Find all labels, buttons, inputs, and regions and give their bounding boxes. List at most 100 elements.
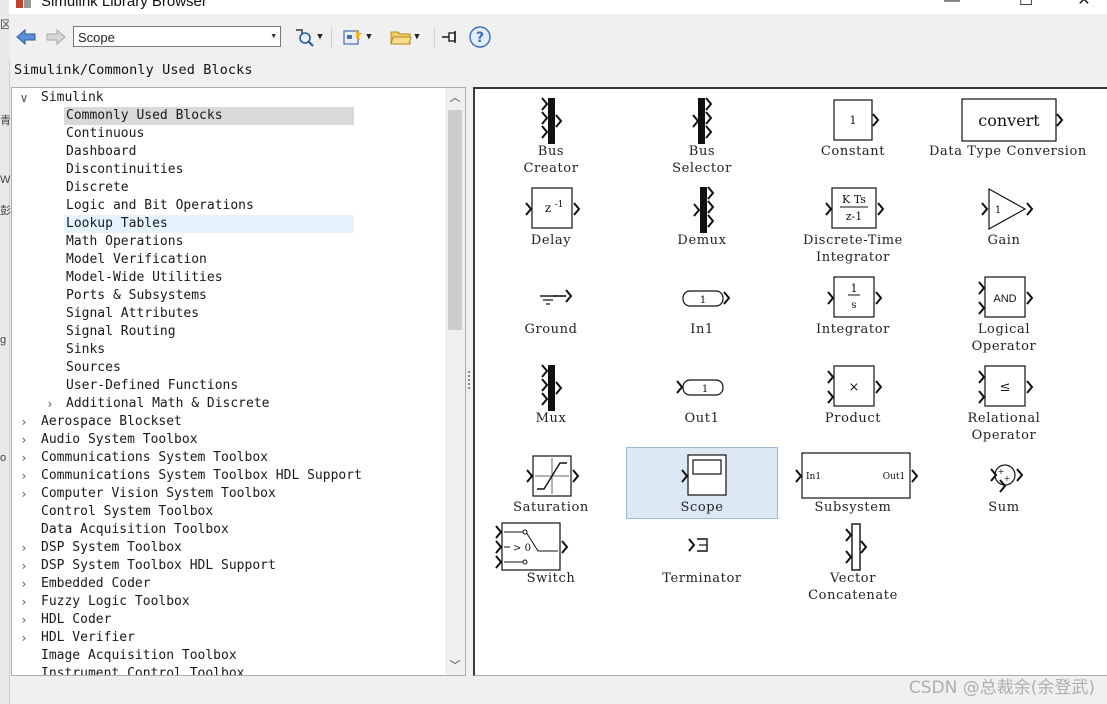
tree-item[interactable]: ∨ Simulink [12,89,446,107]
gain-block[interactable]: 1 Gain [929,181,1079,251]
chevron-right-icon[interactable]: › [18,593,30,611]
logical-operator-block[interactable]: AND Logical Operator [929,270,1079,354]
relational-operator-block[interactable]: ≤ Relational Operator [929,359,1079,443]
tree-item[interactable]: Logic and Bit Operations [12,197,446,215]
chevron-right-icon[interactable]: › [18,449,30,467]
new-model-button[interactable]: ▼ [337,23,377,51]
open-button[interactable]: ▼ [383,23,427,51]
tree-item[interactable]: Discrete [12,179,446,197]
new-dropdown-icon[interactable]: ▼ [366,32,371,42]
find-block-button[interactable]: ▼ [287,23,329,51]
chevron-right-icon[interactable]: › [44,395,56,413]
constant-block[interactable]: 1 Constant [778,92,928,162]
tree-item-label: Control System Toolbox [41,504,214,519]
tree-item[interactable]: Model Verification [12,251,446,269]
scrollbar-thumb[interactable] [448,110,462,330]
find-dropdown-icon[interactable]: ▼ [317,32,322,42]
tree-item[interactable]: User-Defined Functions [12,377,446,395]
chevron-down-icon[interactable]: ∨ [18,89,30,107]
open-dropdown-icon[interactable]: ▼ [414,32,419,42]
tree-item[interactable]: › HDL Coder [12,611,446,629]
switch-block[interactable]: > 0 Switch [476,519,626,589]
panel-splitter[interactable] [466,87,473,676]
forward-button[interactable] [43,23,69,51]
tree-item[interactable]: Instrument Control Toolbox [12,665,446,675]
chevron-down-icon[interactable]: ▾ [270,29,277,42]
tree-item[interactable]: › DSP System Toolbox [12,539,446,557]
tree-item-label: Computer Vision System Toolbox [41,486,276,501]
tree-item[interactable]: Data Acquisition Toolbox [12,521,446,539]
back-icon [16,28,36,46]
tree-item[interactable]: › Communications System Toolbox [12,449,446,467]
tree-item[interactable]: Signal Routing [12,323,446,341]
tree-item[interactable]: Dashboard [12,143,446,161]
demux-block[interactable]: Demux [627,181,777,251]
delay-block[interactable]: z -1 Delay [476,181,626,251]
sum-block[interactable]: + + Sum [929,448,1079,518]
chevron-right-icon[interactable]: › [18,485,30,503]
mux-block[interactable]: Mux [476,359,626,429]
tree-item[interactable]: Signal Attributes [12,305,446,323]
ground-block[interactable]: Ground [476,270,626,340]
tree-item[interactable]: Math Operations [12,233,446,251]
tree-item-label: DSP System Toolbox [41,540,182,555]
tree-item[interactable]: Commonly Used Blocks [12,107,446,125]
subsystem-block[interactable]: In1 Out1 Subsystem [778,448,928,518]
tree-item[interactable]: › Fuzzy Logic Toolbox [12,593,446,611]
search-input[interactable] [74,28,262,47]
relational-operator-icon: ≤ [978,365,1034,407]
tree-item[interactable]: › Aerospace Blockset [12,413,446,431]
bus-selector-block[interactable]: Bus Selector [627,92,777,176]
terminator-block[interactable]: Terminator [627,519,777,589]
scope-block[interactable]: Scope [626,447,778,519]
logical-operator-icon: AND [978,276,1034,318]
tree-item[interactable]: Lookup Tables [12,215,446,233]
bus-creator-block[interactable]: Bus Creator [476,92,626,176]
minimize-button[interactable]: — [929,0,975,13]
tree-item[interactable]: Discontinuities [12,161,446,179]
scroll-down-icon[interactable]: ﹀ [445,657,465,675]
tree-item[interactable]: › Communications System Toolbox HDL Suppo… [12,467,446,485]
chevron-right-icon[interactable]: › [18,413,30,431]
chevron-right-icon[interactable]: › [18,575,30,593]
tree-item[interactable]: Continuous [12,125,446,143]
tree-item-label: Continuous [66,126,145,141]
integrator-block[interactable]: 1 s Integrator [778,270,928,340]
product-block[interactable]: × Product [778,359,928,429]
chevron-right-icon[interactable]: › [18,467,30,485]
discrete-time-integrator-block[interactable]: K Ts z-1 Discrete-Time Integrator [778,181,928,265]
tree-item[interactable]: › DSP System Toolbox HDL Support [12,557,446,575]
tree-item[interactable]: Control System Toolbox [12,503,446,521]
tree-item[interactable]: › Audio System Toolbox [12,431,446,449]
vector-concatenate-block[interactable]: Vector Concatenate [778,519,928,603]
chevron-right-icon[interactable]: › [18,431,30,449]
tree-item[interactable]: › Embedded Coder [12,575,446,593]
tree-item[interactable]: Model-Wide Utilities [12,269,446,287]
close-button[interactable]: ✕ [1061,0,1107,13]
chevron-right-icon[interactable]: › [18,611,30,629]
saturation-block[interactable]: Saturation [476,448,626,518]
out1-block[interactable]: 1 Out1 [627,359,777,429]
data-type-conversion-block[interactable]: convert Data Type Conversion [929,92,1086,162]
tree-item[interactable]: Image Acquisition Toolbox [12,647,446,665]
tree-item[interactable]: Sinks [12,341,446,359]
tree-item[interactable]: Sources [12,359,446,377]
scroll-up-icon[interactable]: ︿ [445,89,465,107]
tree-item[interactable]: › Additional Math & Discrete [12,395,446,413]
in1-block[interactable]: 1 In1 [627,270,777,340]
tree-item[interactable]: Ports & Subsystems [12,287,446,305]
tree-item[interactable]: › HDL Verifier [12,629,446,647]
tree-item[interactable]: › Computer Vision System Toolbox [12,485,446,503]
tree-item-label: Sources [66,360,121,375]
gain-icon: 1 [981,187,1034,231]
svg-text:AND: AND [993,293,1016,305]
chevron-right-icon[interactable]: › [18,557,30,575]
chevron-right-icon[interactable]: › [18,539,30,557]
pin-button[interactable] [439,23,461,51]
back-button[interactable] [13,23,39,51]
tree-vertical-scrollbar[interactable]: ︿ ﹀ [445,88,465,675]
chevron-right-icon[interactable]: › [18,629,30,647]
maximize-button[interactable]: ☐ [1003,0,1049,13]
search-combobox[interactable]: ▾ [73,26,281,47]
help-button[interactable]: ? [467,23,493,51]
